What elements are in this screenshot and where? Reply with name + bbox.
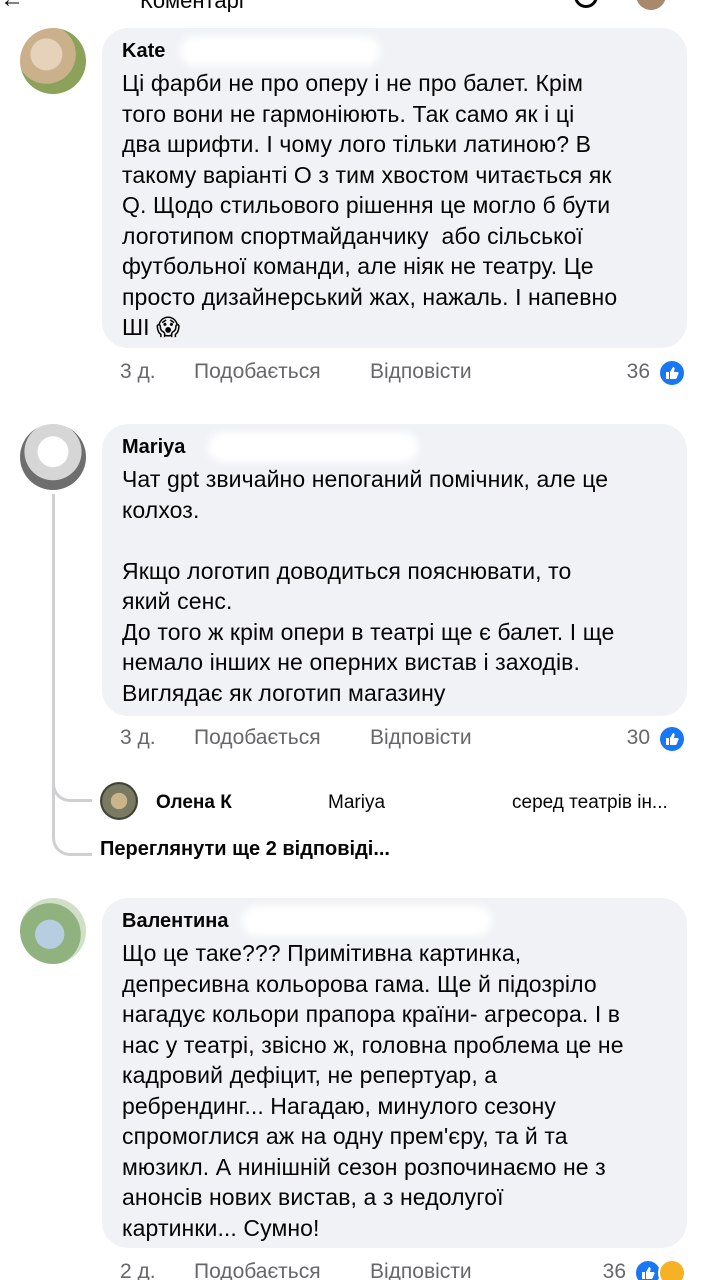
like-button[interactable]: Подобається bbox=[194, 360, 321, 384]
reaction-summary[interactable]: 36 bbox=[596, 359, 686, 390]
comment-author[interactable]: Mariya bbox=[122, 432, 667, 462]
reply-author[interactable]: Олена К bbox=[156, 792, 232, 814]
comment-bubble[interactable]: Mariya Чат gpt звичайно непоганий помічн… bbox=[102, 424, 687, 716]
thread-line bbox=[52, 494, 55, 796]
avatar[interactable] bbox=[100, 782, 138, 820]
reply-button[interactable]: Відповісти bbox=[370, 360, 472, 384]
reply-button[interactable]: Відповісти bbox=[370, 726, 472, 750]
comment-author[interactable]: Валентина bbox=[122, 906, 667, 936]
comment-time[interactable]: 2 д. bbox=[120, 1260, 156, 1280]
comment-time[interactable]: 3 д. bbox=[120, 360, 156, 384]
search-icon[interactable] bbox=[574, 0, 598, 8]
redaction bbox=[208, 432, 418, 462]
reaction-count: 30 bbox=[626, 726, 650, 749]
like-reaction-icon bbox=[658, 725, 686, 753]
redaction bbox=[242, 906, 492, 936]
avatar[interactable] bbox=[20, 28, 86, 94]
page-title: Коментарі bbox=[140, 0, 244, 12]
reply-button[interactable]: Відповісти bbox=[370, 1260, 472, 1280]
like-button[interactable]: Подобається bbox=[194, 1260, 321, 1280]
comment-author-name[interactable]: Валентина bbox=[122, 910, 229, 932]
reply-preview[interactable]: Олена К Mariya серед театрів ін... bbox=[100, 780, 700, 824]
back-arrow-icon[interactable]: ← bbox=[0, 0, 24, 12]
sad-reaction-icon bbox=[658, 1259, 686, 1280]
top-bar: ← Коментарі bbox=[0, 0, 708, 12]
comment-text: Ці фарби не про оперу і не про балет. Кр… bbox=[122, 70, 618, 340]
avatar[interactable] bbox=[636, 0, 666, 10]
like-button[interactable]: Подобається bbox=[194, 726, 321, 750]
like-reaction-icon bbox=[658, 359, 686, 387]
reply-text: серед театрів ін... bbox=[512, 792, 668, 813]
reaction-count: 36 bbox=[626, 360, 650, 383]
comment-bubble[interactable]: Валентина Що це таке??? Примітивна карти… bbox=[102, 898, 687, 1248]
reaction-summary[interactable]: 36 bbox=[552, 1259, 686, 1280]
reaction-count: 36 bbox=[602, 1260, 626, 1280]
comment-time[interactable]: 3 д. bbox=[120, 726, 156, 750]
comment-bubble[interactable]: Kate Ці фарби не про оперу і не про бале… bbox=[102, 28, 687, 348]
reaction-summary[interactable]: 30 bbox=[596, 725, 686, 756]
thread-connector bbox=[52, 790, 92, 856]
comment-author[interactable]: Kate bbox=[122, 36, 667, 66]
comment-author-name[interactable]: Kate bbox=[122, 40, 165, 62]
comment-text: Чат gpt звичайно непоганий помічник, але… bbox=[122, 466, 615, 706]
comment-text: Що це таке??? Примітивна картинка, депре… bbox=[122, 940, 624, 1241]
reply-mention[interactable]: Mariya bbox=[328, 792, 385, 814]
view-more-replies-link[interactable]: Переглянути ще 2 відповіді... bbox=[100, 838, 390, 861]
avatar[interactable] bbox=[20, 424, 86, 490]
redaction bbox=[180, 36, 380, 66]
comment-author-name[interactable]: Mariya bbox=[122, 436, 185, 458]
avatar[interactable] bbox=[20, 898, 86, 964]
